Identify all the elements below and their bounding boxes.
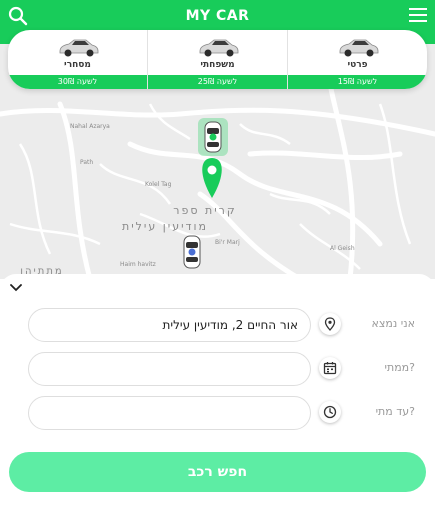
map-label: מודיעין עילית — [122, 220, 208, 233]
car-type-family[interactable]: משפחתי 25₪ לשעה — [147, 30, 287, 89]
car-type-name: משפחתי — [200, 60, 235, 70]
car-icon — [339, 39, 378, 57]
car-type-private[interactable]: פרטי 15₪ לשעה — [287, 30, 427, 89]
map-label: Haim havitz — [120, 261, 156, 268]
car-marker-icon[interactable] — [183, 235, 201, 269]
available-car-marker-icon[interactable] — [198, 118, 228, 156]
clock-icon — [323, 405, 337, 419]
location-pin-icon — [324, 317, 336, 331]
until-label: עד מתי? — [375, 405, 415, 418]
until-row: עד מתי? — [0, 396, 435, 430]
car-type-commercial[interactable]: מסחרי 30₪ לשעה — [8, 30, 147, 89]
pickup-row: אני נמצא — [0, 308, 435, 342]
car-icon — [59, 39, 98, 57]
calendar-button[interactable] — [319, 357, 341, 379]
from-date-input[interactable] — [28, 352, 311, 386]
clock-button[interactable] — [319, 401, 341, 423]
pickup-location-input[interactable] — [28, 308, 311, 342]
hamburger-menu-icon[interactable] — [409, 8, 427, 22]
map-label: Path — [80, 159, 93, 166]
from-label: ממתי? — [384, 361, 415, 374]
car-type-price: 25₪ לשעה — [148, 75, 287, 89]
map-label: קרית ספר — [173, 204, 236, 217]
until-time-input[interactable] — [28, 396, 311, 430]
location-button[interactable] — [319, 313, 341, 335]
car-icon — [199, 39, 238, 57]
pickup-label: אני נמצא — [371, 317, 415, 330]
app-title: MY CAR — [185, 8, 250, 24]
chevron-down-icon[interactable] — [10, 284, 22, 292]
map-label: Bi'r Marj — [215, 239, 240, 246]
car-type-selector: פרטי 15₪ לשעה משפחתי 25₪ לשעה מסחרי 30₪ … — [8, 30, 427, 89]
map-label: Al Geish — [330, 245, 355, 252]
car-type-price: 30₪ לשעה — [8, 75, 147, 89]
calendar-icon — [323, 362, 337, 375]
search-car-button[interactable]: חפש רכב — [9, 452, 426, 492]
map-label: Kolel Tag — [145, 181, 172, 188]
map-label: Nahal Azarya — [70, 123, 110, 130]
car-type-name: מסחרי — [64, 60, 91, 70]
from-row: ממתי? — [0, 352, 435, 386]
car-type-name: פרטי — [347, 60, 368, 70]
car-type-price: 15₪ לשעה — [288, 75, 427, 89]
